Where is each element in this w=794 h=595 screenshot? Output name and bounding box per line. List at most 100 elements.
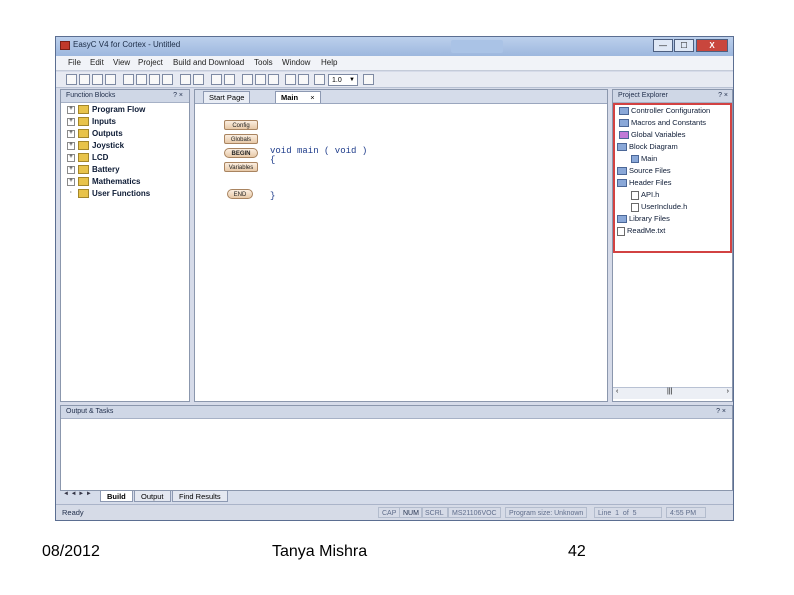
tree-item-source-files[interactable]: Source Files	[617, 166, 671, 176]
panel-pin-close[interactable]: ? ×	[718, 90, 728, 102]
cut-icon[interactable]	[180, 74, 191, 85]
scroll-left-icon[interactable]: ‹	[616, 388, 618, 395]
config-block[interactable]: Config	[224, 120, 258, 130]
minimize-button[interactable]: —	[653, 39, 673, 52]
zoom-icon[interactable]	[314, 74, 325, 85]
app-logo-icon	[60, 41, 70, 50]
expand-icon[interactable]: +	[67, 177, 75, 186]
panel-pin-close[interactable]: ? ×	[173, 90, 183, 102]
compile-icon[interactable]	[211, 74, 222, 85]
tree-item-api-h[interactable]: API.h	[631, 190, 659, 200]
zoom-fit-icon[interactable]	[363, 74, 374, 85]
function-block-item[interactable]: + Outputs	[67, 129, 123, 139]
project-explorer-title: Project Explorer	[618, 92, 668, 99]
menu-tools[interactable]: Tools	[254, 58, 273, 67]
scroll-right-icon[interactable]: ›	[727, 388, 729, 395]
flowchart-view-icon[interactable]	[123, 74, 134, 85]
menu-build-and-download[interactable]: Build and Download	[173, 58, 244, 67]
tree-item-header-files[interactable]: Header Files	[617, 178, 672, 188]
tree-item-global-variables[interactable]: Global Variables	[619, 130, 685, 140]
print-icon[interactable]	[149, 74, 160, 85]
panel-pin-close[interactable]: ? ×	[716, 406, 726, 418]
function-block-item[interactable]: + Inputs	[67, 117, 116, 127]
function-block-item[interactable]: + Battery	[67, 165, 120, 175]
new-file-icon[interactable]	[66, 74, 77, 85]
tree-item-main[interactable]: Main	[631, 154, 657, 164]
globals-block[interactable]: Globals	[224, 134, 258, 144]
horizontal-scrollbar[interactable]: ‹ ||| ›	[613, 387, 732, 399]
tree-item-library-files[interactable]: Library Files	[617, 214, 670, 224]
window-title: EasyC V4 for Cortex - Untitled	[73, 40, 181, 49]
menu-window[interactable]: Window	[282, 58, 310, 67]
menu-edit[interactable]: Edit	[90, 58, 104, 67]
function-block-item[interactable]: + LCD	[67, 153, 108, 163]
status-mcu: MS21106VOC	[448, 507, 501, 518]
tab-close-icon[interactable]: ×	[310, 93, 314, 102]
close-button[interactable]: X	[696, 39, 728, 52]
expand-icon[interactable]: +	[67, 129, 75, 138]
status-bar: Ready CAP NUM SCRL MS21106VOC Program si…	[56, 504, 733, 520]
print-preview-icon[interactable]	[162, 74, 173, 85]
title-bar[interactable]: EasyC V4 for Cortex - Untitled — ☐ X	[56, 37, 733, 56]
end-block[interactable]: END	[227, 189, 253, 199]
begin-block[interactable]: BEGIN	[224, 148, 258, 158]
menu-view[interactable]: View	[113, 58, 130, 67]
folder-icon	[78, 165, 89, 175]
macro-icon	[619, 119, 629, 128]
terminal-icon[interactable]	[255, 74, 266, 85]
maximize-button[interactable]: ☐	[674, 39, 694, 52]
code-line[interactable]: {	[270, 155, 275, 165]
expand-icon[interactable]: +	[67, 105, 75, 114]
variables-block[interactable]: Variables	[224, 162, 258, 172]
tab-start-page[interactable]: Start Page	[203, 91, 251, 103]
editor-panel: Start Page Main × Config Globals BEGIN V…	[194, 89, 608, 402]
output-panel: Output & Tasks ? ×	[60, 405, 733, 491]
open-folder-icon[interactable]	[79, 74, 90, 85]
expand-icon[interactable]: +	[67, 117, 75, 126]
tree-item-macros-and-constants[interactable]: Macros and Constants	[619, 118, 706, 128]
window-layout-icon[interactable]	[242, 74, 253, 85]
tree-item-block-diagram[interactable]: Block Diagram	[617, 142, 678, 152]
tab-find-results[interactable]: Find Results	[172, 491, 228, 502]
download-icon[interactable]	[224, 74, 235, 85]
tree-item-readme-txt[interactable]: ReadMe.txt	[617, 226, 665, 236]
pen-icon[interactable]	[285, 74, 296, 85]
variable-icon	[619, 131, 629, 140]
footer-date: 08/2012	[42, 543, 100, 560]
code-view-icon[interactable]	[136, 74, 147, 85]
tab-output[interactable]: Output	[134, 491, 171, 502]
expand-icon[interactable]: +	[67, 153, 75, 162]
diagram-icon	[617, 143, 627, 152]
expand-icon[interactable]: ·	[67, 190, 75, 198]
expand-icon[interactable]: +	[67, 165, 75, 174]
status-program-size: Program size: Unknown	[505, 507, 588, 518]
code-line[interactable]: }	[270, 191, 275, 201]
scroll-thumb[interactable]: |||	[667, 388, 672, 395]
footer-page-number: 42	[568, 543, 586, 560]
main-tab-label: Main	[281, 93, 299, 102]
function-block-item[interactable]: + Joystick	[67, 141, 124, 151]
zoom-select[interactable]: 1.0 ▼	[328, 74, 358, 86]
tab-main[interactable]: Main ×	[275, 91, 321, 103]
function-icon	[631, 155, 639, 164]
menu-file[interactable]: File	[68, 58, 81, 67]
status-ready: Ready	[62, 508, 84, 517]
function-block-item[interactable]: + Program Flow	[67, 105, 145, 115]
menu-help[interactable]: Help	[321, 58, 337, 67]
menu-project[interactable]: Project	[138, 58, 163, 67]
save-icon[interactable]	[92, 74, 103, 85]
online-window-icon[interactable]	[268, 74, 279, 85]
function-block-item[interactable]: + Mathematics	[67, 177, 140, 187]
expand-icon[interactable]: +	[67, 141, 75, 150]
save-all-icon[interactable]	[105, 74, 116, 85]
code-line[interactable]: void main ( void )	[270, 146, 367, 156]
menu-bar: File Edit View Project Build and Downloa…	[56, 56, 733, 71]
tab-build[interactable]: Build	[100, 491, 133, 502]
function-block-item[interactable]: · User Functions	[67, 189, 150, 199]
copy-icon[interactable]	[193, 74, 204, 85]
editor-tab-row: Start Page Main ×	[195, 90, 607, 104]
tab-nav-arrows-icon[interactable]: ◄ ◄ ► ►	[63, 491, 92, 497]
pointer-icon[interactable]	[298, 74, 309, 85]
tree-item-userinclude-h[interactable]: UserInclude.h	[631, 202, 687, 212]
tree-item-controller-configuration[interactable]: Controller Configuration	[619, 106, 710, 116]
